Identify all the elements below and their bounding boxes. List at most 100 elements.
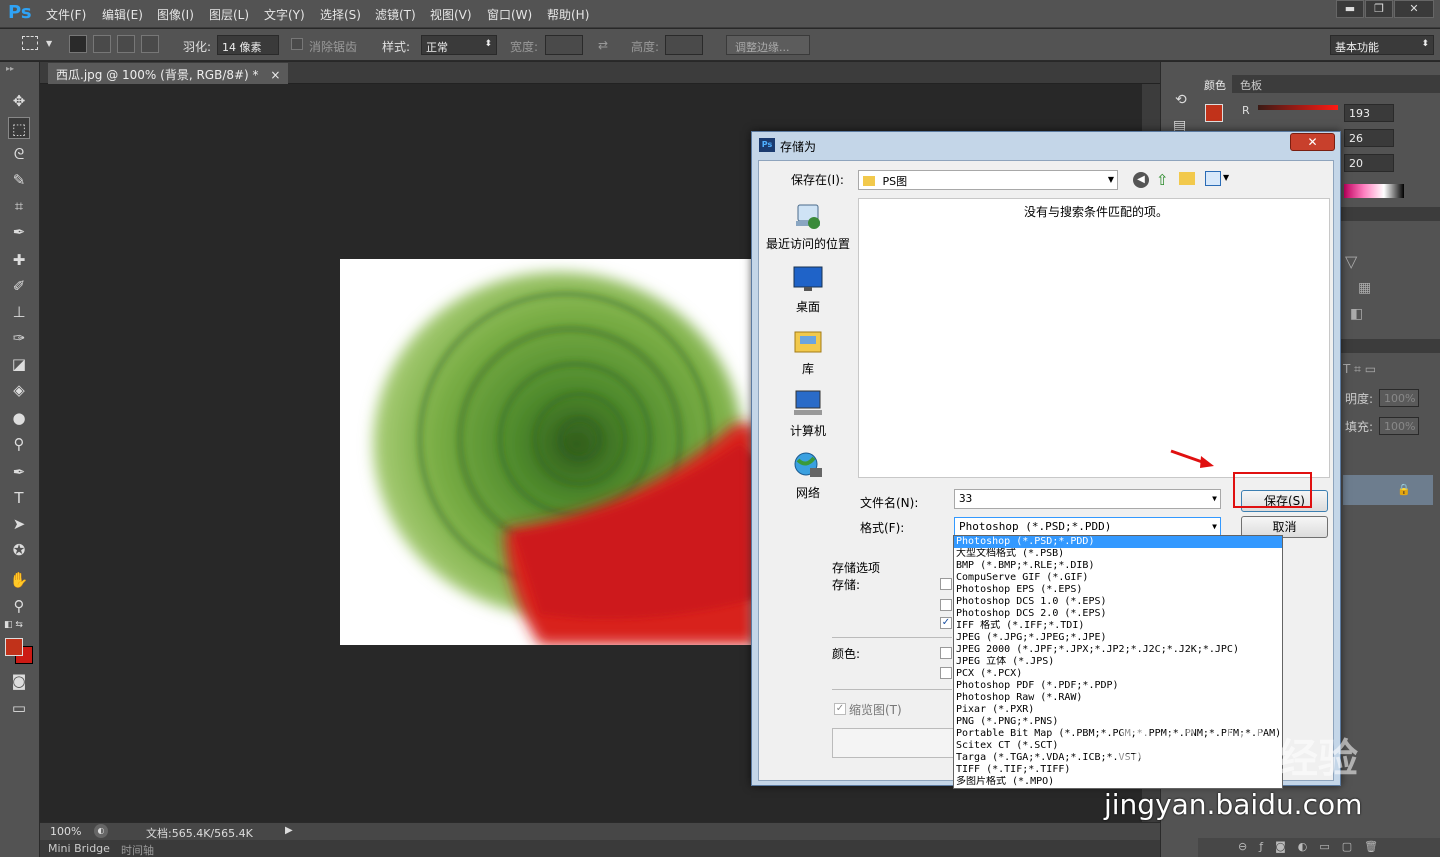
screen-mode-icon[interactable]: ▭ xyxy=(8,697,30,719)
new-selection-button[interactable] xyxy=(69,35,87,53)
layer-actions-icons[interactable]: ⊖ƒ◙◐▭▢🗑 xyxy=(1238,840,1390,853)
tab-swatches[interactable]: 色板 xyxy=(1234,75,1268,93)
chevron-down-icon[interactable]: ▼ xyxy=(46,39,52,48)
width-input[interactable] xyxy=(545,35,583,55)
zoom-tool-icon[interactable]: ⚲ xyxy=(8,595,30,617)
format-option[interactable]: 大型文档格式 (*.PSB) xyxy=(954,548,1282,560)
tab-mini-bridge[interactable]: Mini Bridge xyxy=(48,842,110,855)
tab-timeline[interactable]: 时间轴 xyxy=(121,842,154,857)
dialog-close-button[interactable]: ✕ xyxy=(1290,133,1335,151)
format-option[interactable]: Photoshop DCS 2.0 (*.EPS) xyxy=(954,608,1282,620)
save-option-checkbox[interactable] xyxy=(940,578,952,590)
adjustment-triangle-icon[interactable]: ▽ xyxy=(1345,252,1357,271)
history-icon[interactable]: ⟲ xyxy=(1175,92,1187,108)
save-in-select[interactable]: PS图 ▼ xyxy=(858,170,1118,190)
lasso-tool-icon[interactable]: ᘓ xyxy=(8,143,30,165)
shape-tool-icon[interactable]: ✪ xyxy=(8,539,30,561)
fill-input[interactable]: 100% xyxy=(1379,417,1419,435)
minimize-button[interactable]: ▬ xyxy=(1336,0,1364,18)
document-image[interactable] xyxy=(340,259,755,645)
format-option[interactable]: Photoshop DCS 1.0 (*.EPS) xyxy=(954,596,1282,608)
format-option[interactable]: Photoshop EPS (*.EPS) xyxy=(954,584,1282,596)
menu-select[interactable]: 选择(S) xyxy=(320,6,361,23)
move-tool-icon[interactable]: ✥ xyxy=(8,90,30,112)
dialog-titlebar[interactable]: Ps 存储为 ✕ xyxy=(752,132,1340,160)
eyedropper-tool-icon[interactable]: ✒ xyxy=(8,221,30,243)
menu-edit[interactable]: 编辑(E) xyxy=(102,6,143,23)
menu-help[interactable]: 帮助(H) xyxy=(547,6,589,23)
place-computer[interactable]: 计算机 xyxy=(765,388,851,439)
intersect-selection-button[interactable] xyxy=(141,35,159,53)
menu-window[interactable]: 窗口(W) xyxy=(487,6,532,23)
tab-color[interactable]: 颜色 xyxy=(1198,75,1232,93)
save-option-checkbox[interactable] xyxy=(940,599,952,611)
close-window-button[interactable]: ✕ xyxy=(1394,0,1434,18)
quick-select-tool-icon[interactable]: ✎ xyxy=(8,169,30,191)
zoom-level[interactable]: 100% xyxy=(50,825,81,838)
format-option[interactable]: JPEG (*.JPG;*.JPEG;*.JPE) xyxy=(954,632,1282,644)
foreground-color-swatch[interactable] xyxy=(5,638,23,656)
background-layer-row[interactable]: 🔒 xyxy=(1343,475,1433,505)
filename-input[interactable]: 33 ▼ xyxy=(954,489,1221,509)
default-colors-icon[interactable]: ◧ ⇆ xyxy=(4,620,23,630)
chevron-down-icon[interactable]: ▼ xyxy=(1223,173,1229,182)
format-select[interactable]: Photoshop (*.PSD;*.PDD) ▼ xyxy=(954,517,1221,537)
format-option[interactable]: JPEG 2000 (*.JPF;*.JPX;*.JP2;*.J2C;*.J2K… xyxy=(954,644,1282,656)
format-option[interactable]: IFF 格式 (*.IFF;*.TDI) xyxy=(954,620,1282,632)
close-tab-icon[interactable]: × xyxy=(270,68,280,82)
history-brush-tool-icon[interactable]: ✑ xyxy=(8,327,30,349)
quick-mask-icon[interactable]: ◙ xyxy=(8,670,30,692)
text-layer-filter-icon[interactable]: T ⌗ ▭ xyxy=(1343,362,1376,377)
document-tab[interactable]: 西瓜.jpg @ 100% (背景, RGB/8#) * × xyxy=(48,63,289,84)
place-recent[interactable]: 最近访问的位置 xyxy=(765,201,851,252)
back-icon[interactable]: ◀ xyxy=(1133,172,1149,188)
dodge-tool-icon[interactable]: ⚲ xyxy=(8,433,30,455)
color-option-checkbox[interactable] xyxy=(940,647,952,659)
brush-tool-icon[interactable]: ✐ xyxy=(8,275,30,297)
adjustment-grid-icon[interactable]: ▦ xyxy=(1358,280,1371,296)
format-option[interactable]: Photoshop (*.PSD;*.PDD) xyxy=(954,536,1282,548)
swap-icon[interactable]: ⇄ xyxy=(598,38,608,52)
paint-bucket-tool-icon[interactable]: ◈ xyxy=(8,379,30,401)
up-folder-icon[interactable]: ⇧ xyxy=(1156,171,1169,189)
blur-tool-icon[interactable]: ● xyxy=(8,407,30,429)
menu-filter[interactable]: 滤镜(T) xyxy=(375,6,416,23)
save-option-checkbox-checked[interactable]: ✓ xyxy=(940,617,952,629)
status-icon[interactable]: ◐ xyxy=(94,824,108,838)
collapse-icon[interactable]: ▸▸ xyxy=(6,64,14,73)
menu-view[interactable]: 视图(V) xyxy=(430,6,472,23)
menu-file[interactable]: 文件(F) xyxy=(46,6,86,23)
r-slider[interactable] xyxy=(1258,105,1338,110)
marquee-preset-icon[interactable] xyxy=(22,36,38,50)
menu-image[interactable]: 图像(I) xyxy=(157,6,194,23)
workspace-select[interactable]: 基本功能 ⬍ xyxy=(1330,35,1434,55)
panel-foreground-swatch[interactable] xyxy=(1205,104,1223,122)
color-ramp[interactable] xyxy=(1344,184,1404,198)
menu-layer[interactable]: 图层(L) xyxy=(209,6,249,23)
new-folder-icon[interactable] xyxy=(1179,172,1195,185)
hand-tool-icon[interactable]: ✋ xyxy=(8,569,30,591)
format-option[interactable]: JPEG 立体 (*.JPS) xyxy=(954,656,1282,668)
healing-tool-icon[interactable]: ✚ xyxy=(8,249,30,271)
path-select-tool-icon[interactable]: ➤ xyxy=(8,513,30,535)
thumbnail-checkbox[interactable]: ✓ xyxy=(834,703,846,715)
place-network[interactable]: 网络 xyxy=(765,450,851,501)
b-value-input[interactable]: 20 xyxy=(1344,154,1394,172)
feather-input[interactable]: 14 像素 xyxy=(217,35,279,55)
restore-button[interactable]: ❐ xyxy=(1365,0,1393,18)
antialias-checkbox[interactable] xyxy=(291,38,303,50)
crop-tool-icon[interactable]: ⌗ xyxy=(8,195,30,217)
r-value-input[interactable]: 193 xyxy=(1344,104,1394,122)
view-menu-icon[interactable] xyxy=(1205,171,1221,186)
subtract-selection-button[interactable] xyxy=(117,35,135,53)
type-tool-icon[interactable]: T xyxy=(8,487,30,509)
add-selection-button[interactable] xyxy=(93,35,111,53)
g-value-input[interactable]: 26 xyxy=(1344,129,1394,147)
format-option[interactable]: BMP (*.BMP;*.RLE;*.DIB) xyxy=(954,560,1282,572)
color-option-checkbox[interactable] xyxy=(940,667,952,679)
status-menu-arrow-icon[interactable]: ▶ xyxy=(285,825,293,836)
menu-type[interactable]: 文字(Y) xyxy=(264,6,305,23)
eraser-tool-icon[interactable]: ◪ xyxy=(8,353,30,375)
adjustment-mask-icon[interactable]: ◧ xyxy=(1350,306,1363,322)
style-select[interactable]: 正常 ⬍ xyxy=(421,35,497,55)
